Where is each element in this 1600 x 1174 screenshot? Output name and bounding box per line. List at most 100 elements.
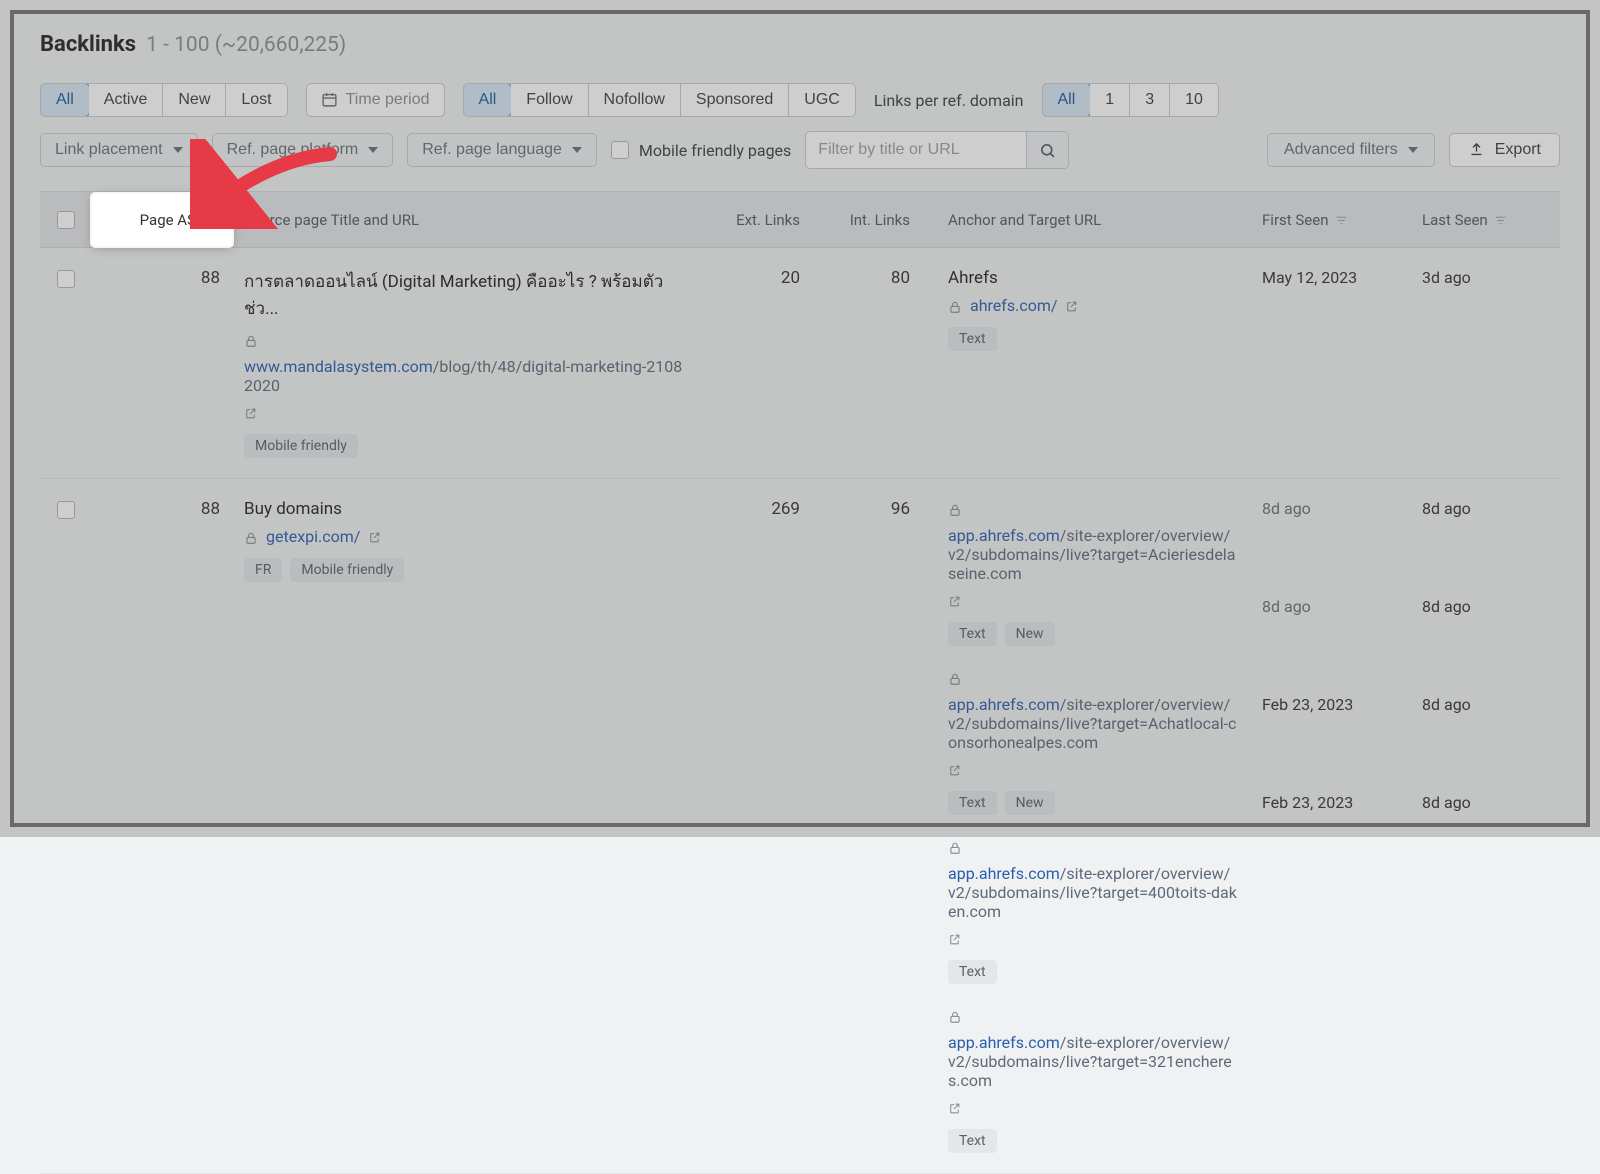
ext-links-value: 20 xyxy=(702,268,812,288)
anchor-block: Ahrefsahrefs.com/ Text xyxy=(948,268,1238,351)
external-link-icon[interactable] xyxy=(368,527,381,546)
mobile-friendly-checkbox-wrap[interactable]: Mobile friendly pages xyxy=(611,141,791,160)
advanced-filters-button[interactable]: Advanced filters xyxy=(1267,133,1435,167)
follow-tab-all[interactable]: All xyxy=(463,83,513,117)
first-seen-value: Feb 23, 2023 xyxy=(1262,793,1398,815)
page-as-value: 88 xyxy=(92,268,232,288)
link-placement-label: Link placement xyxy=(55,141,163,159)
last-seen-value: 8d ago xyxy=(1422,793,1548,815)
external-link-icon[interactable] xyxy=(948,929,961,948)
source-cell: การตลาดออนไลน์ (Digital Marketing) คืออะ… xyxy=(232,268,702,458)
result-range: 1 - 100 (~20,660,225) xyxy=(146,33,346,57)
first-seen-cell: 8d ago8d agoFeb 23, 2023Feb 23, 2023 xyxy=(1250,499,1410,815)
page-as-value: 88 xyxy=(92,499,232,519)
mode-tab-lost[interactable]: Lost xyxy=(226,84,286,116)
column-first-seen[interactable]: First Seen xyxy=(1250,211,1410,229)
external-link-icon[interactable] xyxy=(948,591,961,610)
first-seen-value: Feb 23, 2023 xyxy=(1262,695,1398,793)
first-seen-value: May 12, 2023 xyxy=(1262,268,1398,290)
follow-filter-group: AllFollowNofollowSponsoredUGC xyxy=(463,83,856,117)
sort-icon xyxy=(1335,211,1348,229)
int-links-value: 80 xyxy=(812,268,922,288)
target-url[interactable]: ahrefs.com/ xyxy=(948,296,1238,315)
calendar-icon xyxy=(321,91,338,109)
row-checkbox[interactable] xyxy=(57,501,75,519)
time-period-button[interactable]: Time period xyxy=(306,83,445,117)
mode-tab-active[interactable]: Active xyxy=(89,84,164,116)
ref-page-language-dropdown[interactable]: Ref. page language xyxy=(407,133,597,167)
target-url[interactable]: app.ahrefs.com/site-explorer/overview/v2… xyxy=(948,499,1238,610)
anchor-cell: app.ahrefs.com/site-explorer/overview/v2… xyxy=(922,499,1250,1153)
anchor-cell: Ahrefsahrefs.com/ Text xyxy=(922,268,1250,351)
tag-pill: FR xyxy=(244,558,282,582)
column-ext-links-label: Ext. Links xyxy=(736,211,800,229)
source-url[interactable]: getexpi.com/ xyxy=(244,527,690,546)
follow-tab-nofollow[interactable]: Nofollow xyxy=(589,84,681,116)
tag-pill: Text xyxy=(948,960,997,984)
upload-icon xyxy=(1468,141,1485,159)
mode-tab-all[interactable]: All xyxy=(40,83,90,117)
column-last-seen[interactable]: Last Seen xyxy=(1410,211,1560,229)
target-url[interactable]: app.ahrefs.com/site-explorer/overview/v2… xyxy=(948,668,1238,779)
int-links-value: 96 xyxy=(812,499,922,519)
column-anchor-label: Anchor and Target URL xyxy=(948,211,1101,229)
chevron-down-icon xyxy=(368,147,378,153)
external-link-icon[interactable] xyxy=(244,403,257,422)
mode-tab-new[interactable]: New xyxy=(163,84,226,116)
export-label: Export xyxy=(1495,141,1541,159)
search-button[interactable] xyxy=(1026,132,1068,168)
column-page-as[interactable]: Page AS xyxy=(92,194,232,246)
tag-pill: Text xyxy=(948,1129,997,1153)
sort-desc-icon xyxy=(204,211,218,229)
tag-pill: New xyxy=(1005,622,1055,646)
links-per-domain-label: Links per ref. domain xyxy=(874,91,1024,110)
source-cell: Buy domains getexpi.com/ FR Mobile friendl… xyxy=(232,499,702,582)
tag-pill: New xyxy=(1005,791,1055,815)
column-ext-links[interactable]: Ext. Links xyxy=(702,211,812,229)
search-icon xyxy=(1039,142,1056,159)
anchor-block: app.ahrefs.com/site-explorer/overview/v2… xyxy=(948,668,1238,815)
chevron-down-icon xyxy=(572,147,582,153)
link-placement-dropdown[interactable]: Link placement xyxy=(40,133,198,167)
external-link-icon[interactable] xyxy=(948,1098,961,1117)
external-link-icon[interactable] xyxy=(948,760,961,779)
tag-pill: Mobile friendly xyxy=(290,558,404,582)
follow-tab-ugc[interactable]: UGC xyxy=(789,84,855,116)
column-source-label: Source page Title and URL xyxy=(244,211,419,229)
column-anchor[interactable]: Anchor and Target URL xyxy=(922,211,1250,229)
chevron-down-icon xyxy=(173,147,183,153)
last-seen-value: 8d ago xyxy=(1422,695,1548,793)
search-input[interactable] xyxy=(806,133,1026,167)
chevron-down-icon xyxy=(1408,147,1418,153)
lpd-tab-3[interactable]: 3 xyxy=(1130,84,1170,116)
follow-tab-sponsored[interactable]: Sponsored xyxy=(681,84,789,116)
lpd-tab-1[interactable]: 1 xyxy=(1090,84,1130,116)
external-link-icon[interactable] xyxy=(1065,296,1078,315)
select-all-checkbox[interactable] xyxy=(57,211,75,229)
lpd-tab-10[interactable]: 10 xyxy=(1170,84,1218,116)
source-url[interactable]: www.mandalasystem.com/blog/th/48/digital… xyxy=(244,330,690,422)
column-page-as-label: Page AS xyxy=(140,211,196,229)
advanced-filters-label: Advanced filters xyxy=(1284,141,1398,159)
ref-page-language-label: Ref. page language xyxy=(422,141,562,159)
lock-icon xyxy=(948,499,962,518)
source-title: Buy domains xyxy=(244,499,690,519)
first-seen-value: 8d ago xyxy=(1262,499,1398,597)
anchor-block: app.ahrefs.com/site-explorer/overview/v2… xyxy=(948,1006,1238,1153)
row-checkbox[interactable] xyxy=(57,270,75,288)
follow-tab-follow[interactable]: Follow xyxy=(511,84,588,116)
column-int-links[interactable]: Int. Links xyxy=(812,211,922,229)
tag-pill: Mobile friendly xyxy=(244,434,358,458)
lpd-tab-all[interactable]: All xyxy=(1042,83,1092,117)
mobile-friendly-label: Mobile friendly pages xyxy=(639,141,791,160)
tag-pill: Text xyxy=(948,622,997,646)
export-button[interactable]: Export xyxy=(1449,133,1560,167)
ref-page-platform-dropdown[interactable]: Ref. page platform xyxy=(212,133,394,167)
target-url[interactable]: app.ahrefs.com/site-explorer/overview/v2… xyxy=(948,837,1238,948)
ref-page-platform-label: Ref. page platform xyxy=(227,141,359,159)
table-row: 88 Buy domains getexpi.com/ FR Mobile frien… xyxy=(40,479,1560,1174)
last-seen-value: 8d ago xyxy=(1422,597,1548,695)
column-source[interactable]: Source page Title and URL xyxy=(232,211,702,229)
anchor-block: app.ahrefs.com/site-explorer/overview/v2… xyxy=(948,499,1238,646)
target-url[interactable]: app.ahrefs.com/site-explorer/overview/v2… xyxy=(948,1006,1238,1117)
